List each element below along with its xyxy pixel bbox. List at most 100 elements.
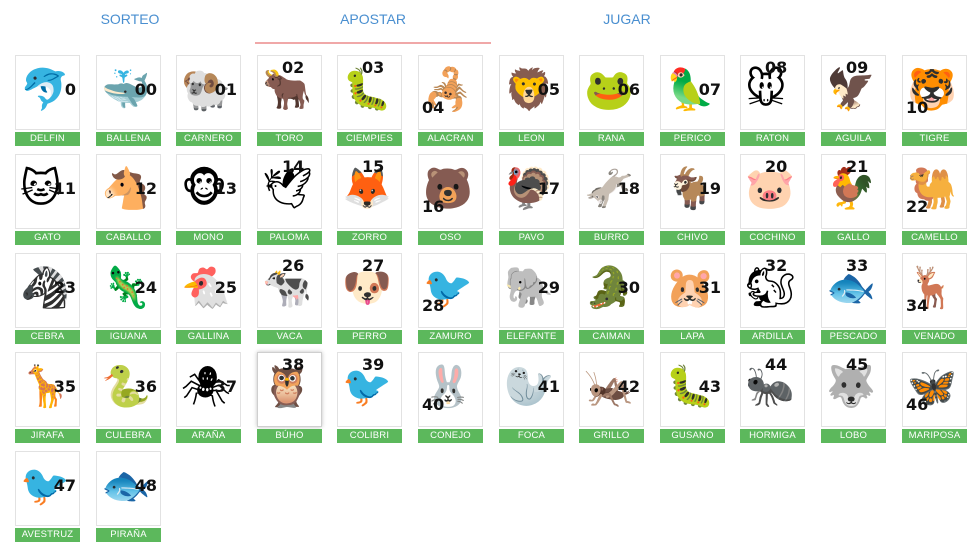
animal-card[interactable]: 🦁 05 LEON	[499, 55, 564, 146]
animal-card[interactable]: 🐘 29 ELEFANTE	[499, 253, 564, 344]
animal-label[interactable]: CAMELLO	[902, 231, 967, 245]
animal-label[interactable]: LEON	[499, 132, 564, 146]
animal-label[interactable]: GATO	[15, 231, 80, 245]
animal-label[interactable]: CABALLO	[96, 231, 161, 245]
tab-sorteo[interactable]: SORTEO	[12, 11, 248, 27]
animal-card[interactable]: 🐯 10 TIGRE	[902, 55, 967, 146]
animal-image[interactable]: 🐿 32	[740, 253, 805, 328]
animal-image[interactable]: 🦌 34	[902, 253, 967, 328]
animal-image[interactable]: 🐷 20	[740, 154, 805, 229]
animal-card[interactable]: 🐷 20 COCHINO	[740, 154, 805, 245]
animal-image[interactable]: 🐳 00	[96, 55, 161, 130]
animal-image[interactable]: 🦜 07	[660, 55, 725, 130]
animal-card[interactable]: 🐰 40 CONEJO	[418, 352, 483, 443]
animal-label[interactable]: GALLO	[821, 231, 886, 245]
animal-label[interactable]: ARDILLA	[740, 330, 805, 344]
animal-label[interactable]: COCHINO	[740, 231, 805, 245]
animal-image[interactable]: 🦓 23	[15, 253, 80, 328]
animal-label[interactable]: GALLINA	[176, 330, 241, 344]
animal-image[interactable]: 🐸 06	[579, 55, 644, 130]
animal-image[interactable]: 🐐 19	[660, 154, 725, 229]
animal-card[interactable]: 🦋 46 MARIPOSA	[902, 352, 967, 443]
animal-card[interactable]: 🐱 11 GATO	[15, 154, 80, 245]
animal-label[interactable]: CONEJO	[418, 429, 483, 443]
animal-label[interactable]: ARAÑA	[176, 429, 241, 443]
animal-label[interactable]: CEBRA	[15, 330, 80, 344]
animal-label[interactable]: MARIPOSA	[902, 429, 967, 443]
animal-card[interactable]: 🦉 38 BÚHO	[257, 352, 322, 443]
animal-image[interactable]: 🐯 10	[902, 55, 967, 130]
animal-image[interactable]: 🐴 12	[96, 154, 161, 229]
animal-label[interactable]: VACA	[257, 330, 322, 344]
animal-image[interactable]: 🐛 03	[337, 55, 402, 130]
animal-image[interactable]: 🦗 42	[579, 352, 644, 427]
animal-label[interactable]: VENADO	[902, 330, 967, 344]
animal-label[interactable]: TORO	[257, 132, 322, 146]
animal-image[interactable]: 🐊 30	[579, 253, 644, 328]
animal-label[interactable]: AGUILA	[821, 132, 886, 146]
animal-image[interactable]: 🫏 18	[579, 154, 644, 229]
animal-image[interactable]: 🐱 11	[15, 154, 80, 229]
animal-label[interactable]: CIEMPIES	[337, 132, 402, 146]
animal-label[interactable]: GUSANO	[660, 429, 725, 443]
animal-card[interactable]: 🐬 0 DELFIN	[15, 55, 80, 146]
animal-label[interactable]: OSO	[418, 231, 483, 245]
animal-label[interactable]: AVESTRUZ	[15, 528, 80, 542]
animal-card[interactable]: 🐺 45 LOBO	[821, 352, 886, 443]
animal-card[interactable]: 🐵 13 MONO	[176, 154, 241, 245]
animal-image[interactable]: 🕊 14	[257, 154, 322, 229]
animal-image[interactable]: 🦊 15	[337, 154, 402, 229]
animal-image[interactable]: 🐟 48	[96, 451, 161, 526]
animal-card[interactable]: 🐛 03 CIEMPIES	[337, 55, 402, 146]
animal-card[interactable]: 🕷 37 ARAÑA	[176, 352, 241, 443]
animal-image[interactable]: 🐂 02	[257, 55, 322, 130]
animal-image[interactable]: 🦂 04	[418, 55, 483, 130]
animal-image[interactable]: 🐟 33	[821, 253, 886, 328]
animal-label[interactable]: BURRO	[579, 231, 644, 245]
animal-label[interactable]: CULEBRA	[96, 429, 161, 443]
animal-label[interactable]: BALLENA	[96, 132, 161, 146]
animal-label[interactable]: ALACRAN	[418, 132, 483, 146]
animal-label[interactable]: CARNERO	[176, 132, 241, 146]
animal-card[interactable]: 🐓 21 GALLO	[821, 154, 886, 245]
animal-image[interactable]: 🕷 37	[176, 352, 241, 427]
animal-label[interactable]: PERICO	[660, 132, 725, 146]
animal-image[interactable]: 🐺 45	[821, 352, 886, 427]
animal-label[interactable]: CHIVO	[660, 231, 725, 245]
animal-label[interactable]: RANA	[579, 132, 644, 146]
animal-card[interactable]: 🦒 35 JIRAFA	[15, 352, 80, 443]
animal-label[interactable]: TIGRE	[902, 132, 967, 146]
animal-card[interactable]: 🐍 36 CULEBRA	[96, 352, 161, 443]
animal-card[interactable]: 🦗 42 GRILLO	[579, 352, 644, 443]
animal-label[interactable]: PERRO	[337, 330, 402, 344]
animal-image[interactable]: 🦅 09	[821, 55, 886, 130]
animal-card[interactable]: 🐏 01 CARNERO	[176, 55, 241, 146]
animal-card[interactable]: 🐻 16 OSO	[418, 154, 483, 245]
animal-label[interactable]: LOBO	[821, 429, 886, 443]
animal-card[interactable]: 🐦 39 COLIBRI	[337, 352, 402, 443]
animal-card[interactable]: 🕊 14 PALOMA	[257, 154, 322, 245]
animal-label[interactable]: FOCA	[499, 429, 564, 443]
animal-card[interactable]: 🐂 02 TORO	[257, 55, 322, 146]
animal-label[interactable]: PESCADO	[821, 330, 886, 344]
animal-image[interactable]: 🐭 08	[740, 55, 805, 130]
animal-image[interactable]: 🦉 38	[257, 352, 322, 427]
animal-label[interactable]: BÚHO	[257, 429, 322, 443]
animal-card[interactable]: 🐛 43 GUSANO	[660, 352, 725, 443]
animal-image[interactable]: 🦋 46	[902, 352, 967, 427]
animal-label[interactable]: ZORRO	[337, 231, 402, 245]
animal-card[interactable]: 🐊 30 CAIMAN	[579, 253, 644, 344]
animal-image[interactable]: 🦒 35	[15, 352, 80, 427]
animal-card[interactable]: 🐴 12 CABALLO	[96, 154, 161, 245]
animal-label[interactable]: ELEFANTE	[499, 330, 564, 344]
animal-image[interactable]: 🐄 26	[257, 253, 322, 328]
animal-image[interactable]: 🐫 22	[902, 154, 967, 229]
tab-jugar[interactable]: JUGAR	[509, 11, 745, 27]
animal-card[interactable]: 🐭 08 RATON	[740, 55, 805, 146]
animal-image[interactable]: 🐓 21	[821, 154, 886, 229]
animal-image[interactable]: 🐦 47	[15, 451, 80, 526]
animal-card[interactable]: 🦜 07 PERICO	[660, 55, 725, 146]
animal-image[interactable]: 🐶 27	[337, 253, 402, 328]
animal-image[interactable]: 🐵 13	[176, 154, 241, 229]
animal-card[interactable]: 🐹 31 LAPA	[660, 253, 725, 344]
